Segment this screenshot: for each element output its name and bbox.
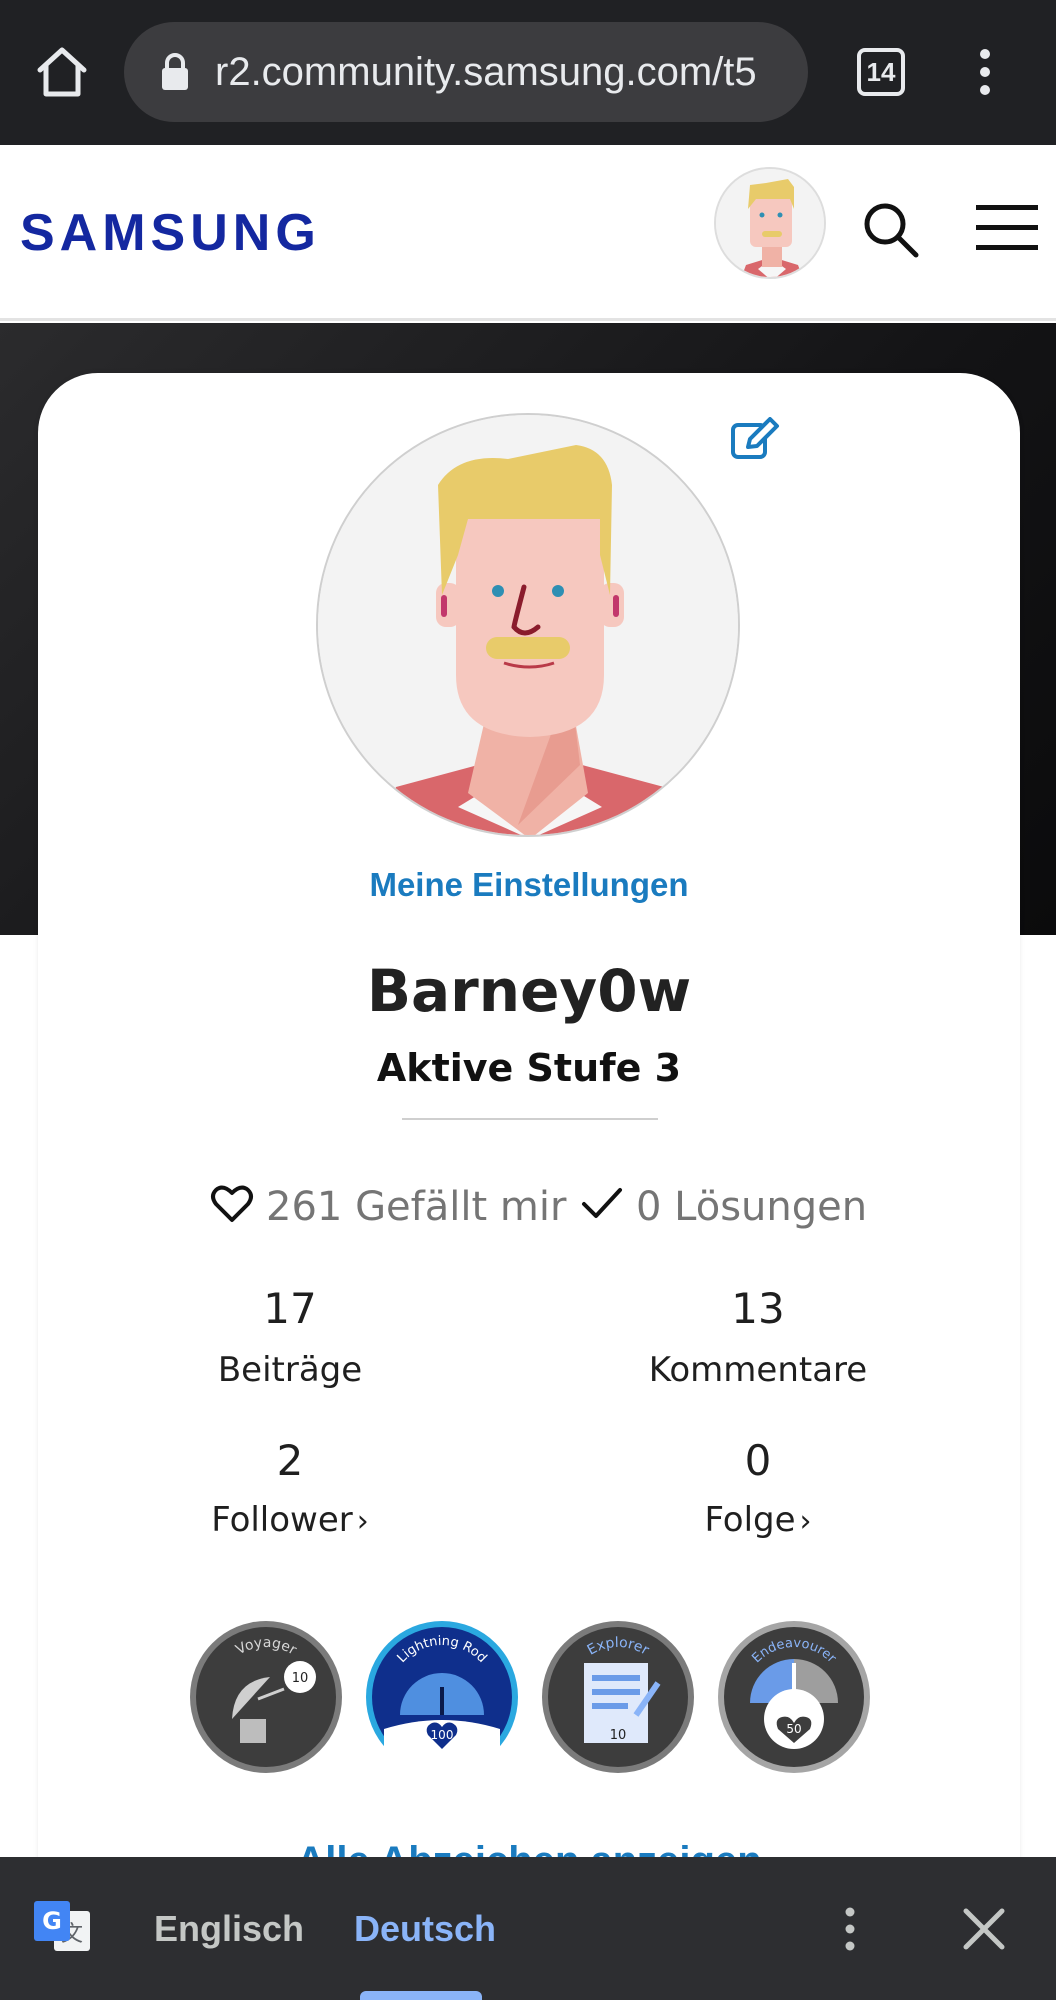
source-language-tab[interactable]: Englisch (154, 1905, 304, 1953)
search-icon[interactable] (860, 199, 920, 259)
samsung-logo[interactable]: SAMSUNG (20, 205, 321, 261)
comments-label: Kommentare (648, 1350, 868, 1390)
browser-toolbar: r2.community.samsung.com/t5 14 (0, 0, 1056, 145)
profile-avatar[interactable] (316, 413, 740, 837)
edit-profile-icon[interactable] (730, 417, 780, 461)
checkmark-icon (582, 1188, 622, 1218)
header-avatar[interactable] (714, 167, 826, 279)
badge-number: 100 (431, 1728, 454, 1742)
badge-lightning-rod[interactable]: Lightning Rod 100 (364, 1619, 520, 1775)
badge-voyager[interactable]: Voyager 10 (188, 1619, 344, 1775)
following-label: Folge (704, 1500, 796, 1540)
lock-icon (162, 53, 188, 90)
active-tab-indicator (360, 1991, 482, 2000)
url-text[interactable]: r2.community.samsung.com/t5 (215, 46, 795, 98)
posts-label: Beiträge (217, 1350, 363, 1390)
likes-stat: 261 Gefällt mir (210, 1179, 566, 1235)
solutions-text: 0 Lösungen (636, 1184, 868, 1230)
badge-number: 10 (292, 1671, 309, 1686)
chevron-right-icon: › (356, 1504, 369, 1539)
posts-count: 17 (263, 1284, 317, 1333)
google-translate-icon[interactable]: 文 G (32, 1899, 92, 1959)
home-icon[interactable] (32, 42, 92, 102)
translate-bar: 文 G Englisch Deutsch (0, 1857, 1056, 2000)
badge-number: 50 (786, 1722, 801, 1736)
browser-menu-icon[interactable] (970, 48, 1000, 96)
badge-number: 10 (610, 1728, 627, 1743)
following-link[interactable]: Folge › (608, 1497, 908, 1545)
user-level: Aktive Stufe 3 (376, 1046, 682, 1090)
tab-switcher-button[interactable]: 14 (857, 48, 905, 96)
followers-link[interactable]: Follower › (140, 1497, 440, 1545)
following-count[interactable]: 0 (608, 1433, 908, 1489)
translate-menu-icon[interactable] (838, 1907, 862, 1951)
comments-count: 13 (731, 1284, 785, 1333)
followers-count[interactable]: 2 (140, 1433, 440, 1489)
username: Barney0w (366, 957, 692, 1025)
svg-text:G: G (42, 1907, 62, 1935)
followers-label: Follower (211, 1500, 353, 1540)
likes-text: 261 Gefällt mir (266, 1184, 567, 1230)
badge-explorer[interactable]: Explorer 10 (540, 1619, 696, 1775)
chevron-right-icon: › (799, 1504, 812, 1539)
solutions-stat: 0 Lösungen (580, 1179, 867, 1235)
site-header: SAMSUNG (0, 145, 1056, 321)
profile-card: Meine Einstellungen Barney0w Aktive Stuf… (38, 373, 1020, 1883)
my-settings-link[interactable]: Meine Einstellungen (38, 863, 1020, 907)
close-icon[interactable] (962, 1907, 1006, 1951)
hamburger-menu-icon[interactable] (976, 203, 1038, 253)
badge-endeavourer[interactable]: Endeavourer 50 (716, 1619, 872, 1775)
divider (402, 1118, 658, 1120)
heart-icon (211, 1185, 253, 1222)
target-language-tab[interactable]: Deutsch (354, 1905, 496, 1953)
